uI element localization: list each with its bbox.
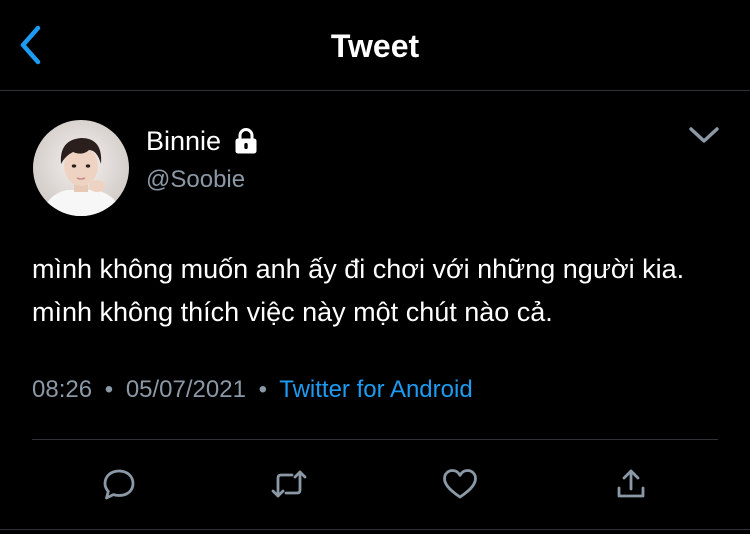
lock-icon (233, 127, 259, 155)
like-button[interactable] (438, 462, 482, 506)
avatar[interactable] (33, 120, 129, 216)
divider (0, 529, 750, 530)
divider (32, 439, 718, 440)
tweet-time: 08:26 (32, 376, 93, 403)
reply-icon (103, 469, 135, 500)
author-handle[interactable]: @Soobie (146, 165, 245, 195)
chevron-down-icon (689, 127, 719, 143)
page-title: Tweet (330, 28, 420, 64)
meta-separator: • (258, 376, 268, 403)
author-name: Binnie (146, 126, 222, 156)
retweet-icon (271, 470, 307, 498)
share-icon (617, 469, 645, 498)
tweet-source-link[interactable]: Twitter for Android (279, 376, 472, 403)
meta-separator: • (104, 376, 114, 403)
tweet-meta: 08:26 • 05/07/2021 • Twitter for Android (32, 374, 473, 406)
top-bar: Tweet (0, 0, 750, 91)
tweet-text: mình không muốn anh ấy đi chơi với những… (32, 254, 685, 327)
author-name-row[interactable]: Binnie (146, 124, 259, 158)
more-options-button[interactable] (682, 118, 726, 152)
like-icon (443, 469, 477, 499)
retweet-button[interactable] (267, 462, 311, 506)
share-button[interactable] (609, 462, 653, 506)
tweet-date: 05/07/2021 (125, 376, 246, 403)
reply-button[interactable] (97, 462, 141, 506)
